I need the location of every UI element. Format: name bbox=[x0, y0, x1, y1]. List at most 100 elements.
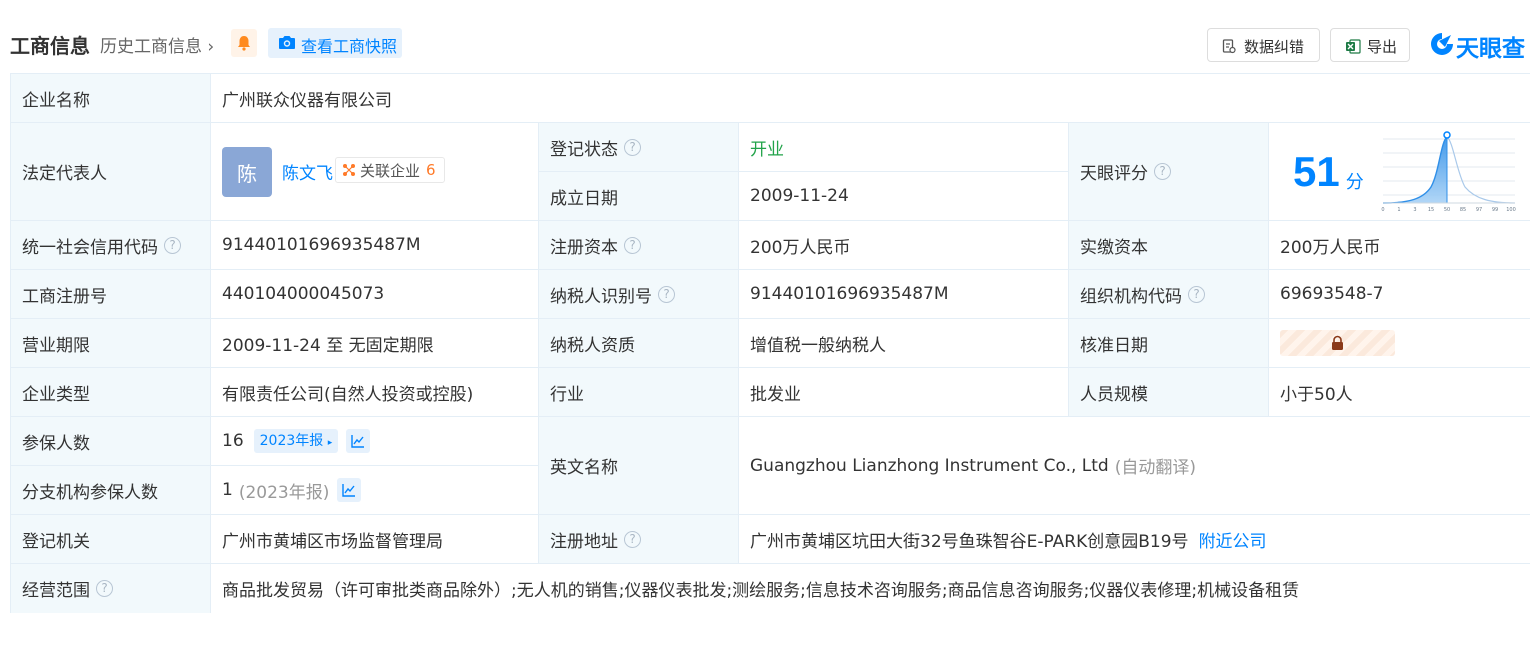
score-value: 51 bbox=[1293, 147, 1340, 195]
bell-icon bbox=[238, 36, 250, 51]
help-icon[interactable]: ? bbox=[96, 580, 113, 597]
related-companies-button[interactable]: 关联企业 6 bbox=[335, 157, 445, 183]
data-error-button[interactable]: 数据纠错 bbox=[1207, 28, 1320, 62]
authority-label: 登记机关 bbox=[11, 515, 211, 564]
nearby-companies-link[interactable]: 附近公司 bbox=[1199, 527, 1267, 552]
scope-label-text: 经营范围 bbox=[22, 581, 90, 601]
company-name-label: 企业名称 bbox=[11, 74, 211, 123]
score-axis-tick: 85 bbox=[1460, 207, 1466, 213]
branch-insured-label: 分支机构参保人数 bbox=[11, 466, 211, 515]
insured-year-dropdown[interactable]: 2023年报 ▸ bbox=[253, 429, 339, 453]
company-type: 有限责任公司(自然人投资或控股) bbox=[211, 368, 539, 417]
score-axis-tick: 1 bbox=[1397, 207, 1400, 213]
reg-status: 开业 bbox=[739, 123, 1069, 172]
credit-code-label-text: 统一社会信用代码 bbox=[22, 237, 158, 258]
score-distribution-chart: 0 1 3 15 50 85 97 99 100 bbox=[1381, 131, 1516, 213]
paid-capital: 200万人民币 bbox=[1269, 221, 1530, 270]
locked-value[interactable] bbox=[1280, 330, 1395, 356]
reg-capital: 200万人民币 bbox=[739, 221, 1069, 270]
authority: 广州市黄埔区市场监督管理局 bbox=[211, 515, 539, 564]
score-axis-tick: 3 bbox=[1413, 207, 1416, 213]
score-cell[interactable]: 51 分 0 1 3 15 50 85 97 99 100 bbox=[1269, 123, 1530, 221]
score-unit: 分 bbox=[1345, 171, 1364, 193]
score-axis-tick: 100 bbox=[1506, 207, 1516, 213]
insured-year-label: 2023年报 bbox=[259, 433, 324, 449]
monitor-bell-button[interactable] bbox=[231, 29, 257, 57]
credit-code: 91440101696935487M bbox=[211, 221, 539, 270]
taxpayer-qual: 增值税一般纳税人 bbox=[739, 319, 1069, 368]
help-icon[interactable]: ? bbox=[164, 236, 181, 254]
taxpayer-id-label: 纳税人识别号 ? bbox=[539, 270, 739, 319]
help-icon[interactable]: ? bbox=[624, 138, 641, 156]
paid-capital-label: 实缴资本 bbox=[1069, 221, 1269, 270]
insured-cell: 16 2023年报 ▸ bbox=[211, 417, 539, 466]
section-title: 工商信息 bbox=[10, 34, 90, 58]
staff-label: 人员规模 bbox=[1069, 368, 1269, 417]
industry-label: 行业 bbox=[539, 368, 739, 417]
brand-name: 天眼查 bbox=[1456, 36, 1525, 62]
related-companies-label: 关联企业 bbox=[360, 161, 421, 180]
help-icon[interactable]: ? bbox=[624, 530, 641, 548]
branch-insured-year: (2023年报) bbox=[238, 482, 330, 503]
org-code-label-text: 组织机构代码 bbox=[1080, 286, 1182, 307]
help-icon[interactable]: ? bbox=[1188, 285, 1205, 303]
reg-status-label-text: 登记状态 bbox=[550, 139, 618, 160]
taxpayer-id-label-text: 纳税人识别号 bbox=[550, 286, 652, 307]
score-axis-tick: 50 bbox=[1444, 207, 1450, 213]
en-name-note: (自动翻译) bbox=[1114, 458, 1196, 478]
en-name-cell: Guangzhou Lianzhong Instrument Co., Ltd … bbox=[739, 417, 1530, 515]
trend-chart-icon bbox=[342, 484, 356, 497]
address-label-text: 注册地址 bbox=[550, 531, 618, 552]
company-name: 广州联众仪器有限公司 bbox=[211, 74, 1530, 123]
reg-capital-label-text: 注册资本 bbox=[550, 237, 618, 258]
history-link-label: 历史工商信息 bbox=[100, 37, 202, 57]
taxpayer-id: 91440101696935487M bbox=[739, 270, 1069, 319]
en-name: Guangzhou Lianzhong Instrument Co., Ltd bbox=[750, 455, 1109, 476]
legal-rep-name-link[interactable]: 陈文飞 bbox=[282, 159, 333, 184]
help-icon[interactable]: ? bbox=[658, 285, 675, 303]
export-label: 导出 bbox=[1367, 38, 1398, 56]
insured-trend-button[interactable] bbox=[346, 429, 371, 453]
help-icon[interactable]: ? bbox=[624, 236, 641, 254]
insured-label: 参保人数 bbox=[11, 417, 211, 466]
reg-capital-label: 注册资本 ? bbox=[539, 221, 739, 270]
term-label: 营业期限 bbox=[11, 319, 211, 368]
help-icon[interactable]: ? bbox=[1154, 163, 1171, 180]
insured-count: 16 bbox=[222, 431, 244, 451]
chevron-right-icon: › bbox=[207, 37, 215, 57]
industry: 批发业 bbox=[739, 368, 1069, 417]
org-code-label: 组织机构代码 ? bbox=[1069, 270, 1269, 319]
found-date: 2009-11-24 bbox=[739, 172, 1069, 221]
excel-icon bbox=[1346, 39, 1361, 54]
score-axis-tick: 0 bbox=[1381, 207, 1384, 213]
report-icon bbox=[1222, 39, 1236, 54]
reg-no: 440104000045073 bbox=[211, 270, 539, 319]
network-icon bbox=[343, 164, 355, 176]
staff: 小于50人 bbox=[1269, 368, 1530, 417]
taxpayer-qual-label: 纳税人资质 bbox=[539, 319, 739, 368]
snapshot-button-label: 查看工商快照 bbox=[301, 37, 398, 56]
tianyancha-logo-icon bbox=[1431, 33, 1453, 55]
scope-label: 经营范围 ? bbox=[11, 564, 211, 613]
address: 广州市黄埔区坑田大街32号鱼珠智谷E-PARK创意园B19号 bbox=[750, 531, 1189, 552]
branch-insured-trend-button[interactable] bbox=[337, 478, 362, 502]
related-companies-count: 6 bbox=[426, 161, 436, 179]
approve-date-cell bbox=[1269, 319, 1530, 368]
en-name-label: 英文名称 bbox=[539, 417, 739, 515]
score-axis-tick: 97 bbox=[1476, 207, 1482, 213]
org-code: 69693548-7 bbox=[1269, 270, 1530, 319]
branch-insured-cell: 1 (2023年报) bbox=[211, 466, 539, 515]
address-label: 注册地址 ? bbox=[539, 515, 739, 564]
export-button[interactable]: 导出 bbox=[1330, 28, 1410, 62]
type-label: 企业类型 bbox=[11, 368, 211, 417]
legal-rep-cell: 陈 陈文飞 关联企业 6 bbox=[211, 123, 539, 221]
score-axis-tick: 99 bbox=[1492, 207, 1498, 213]
score-axis-tick: 15 bbox=[1428, 207, 1434, 213]
trend-chart-icon bbox=[351, 435, 365, 448]
history-link[interactable]: 历史工商信息 › bbox=[100, 32, 214, 57]
camera-icon bbox=[279, 36, 295, 49]
business-info-table: 企业名称 广州联众仪器有限公司 法定代表人 陈 陈文飞 关联企业 6 登记状态 … bbox=[10, 73, 1530, 613]
reg-status-label: 登记状态 ? bbox=[539, 123, 739, 172]
credit-code-label: 统一社会信用代码 ? bbox=[11, 221, 211, 270]
snapshot-button[interactable]: 查看工商快照 bbox=[268, 28, 402, 58]
